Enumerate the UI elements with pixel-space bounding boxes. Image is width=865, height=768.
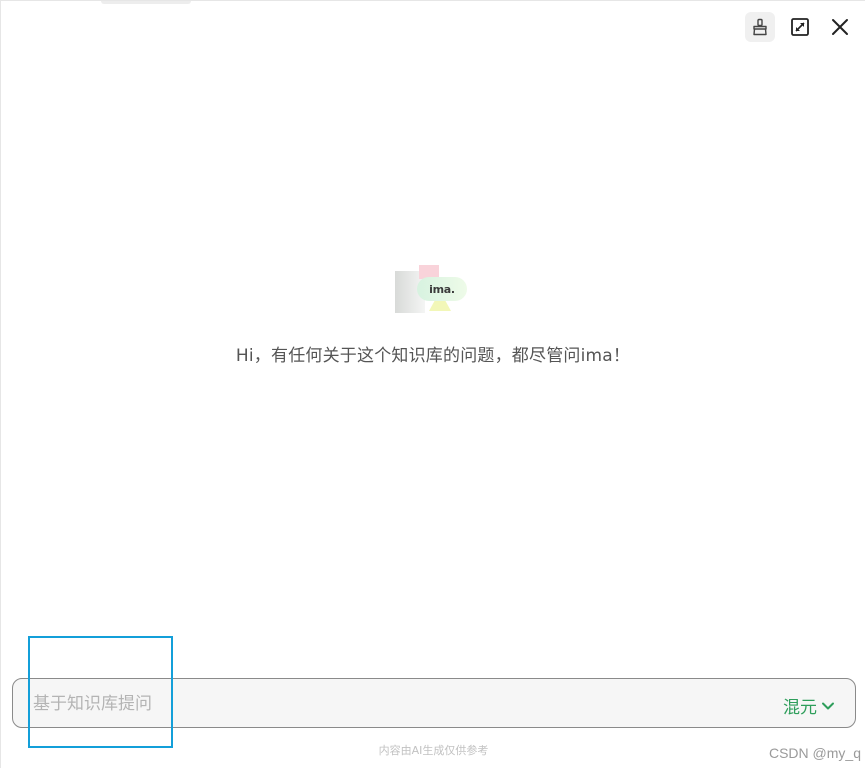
question-input[interactable] — [33, 691, 733, 717]
broom-icon — [753, 18, 767, 36]
greeting-text: Hi，有任何关于这个知识库的问题，都尽管问ima！ — [235, 346, 631, 366]
model-selector[interactable]: 混元 — [783, 693, 835, 718]
clear-chat-button[interactable] — [745, 12, 775, 42]
logo-text: ima. — [417, 277, 467, 301]
ima-chat-panel: ima. Hi，有任何关于这个知识库的问题，都尽管问ima！ 混元 内容由AI生… — [0, 0, 865, 768]
ai-disclaimer: 内容由AI生成仅供参考 — [378, 744, 489, 757]
close-button[interactable] — [825, 12, 855, 42]
expand-button[interactable] — [785, 12, 815, 42]
toolbar — [745, 12, 855, 42]
ima-logo: ima. — [395, 263, 471, 315]
welcome-section: ima. Hi，有任何关于这个知识库的问题，都尽管问ima！ — [1, 263, 865, 366]
top-strip — [101, 1, 191, 4]
close-icon — [832, 19, 848, 35]
chevron-down-icon — [822, 702, 834, 709]
expand-icon — [791, 18, 809, 36]
question-input-bar: 混元 — [12, 678, 856, 728]
model-label: 混元 — [783, 698, 817, 718]
csdn-watermark: CSDN @my_q — [768, 745, 861, 761]
